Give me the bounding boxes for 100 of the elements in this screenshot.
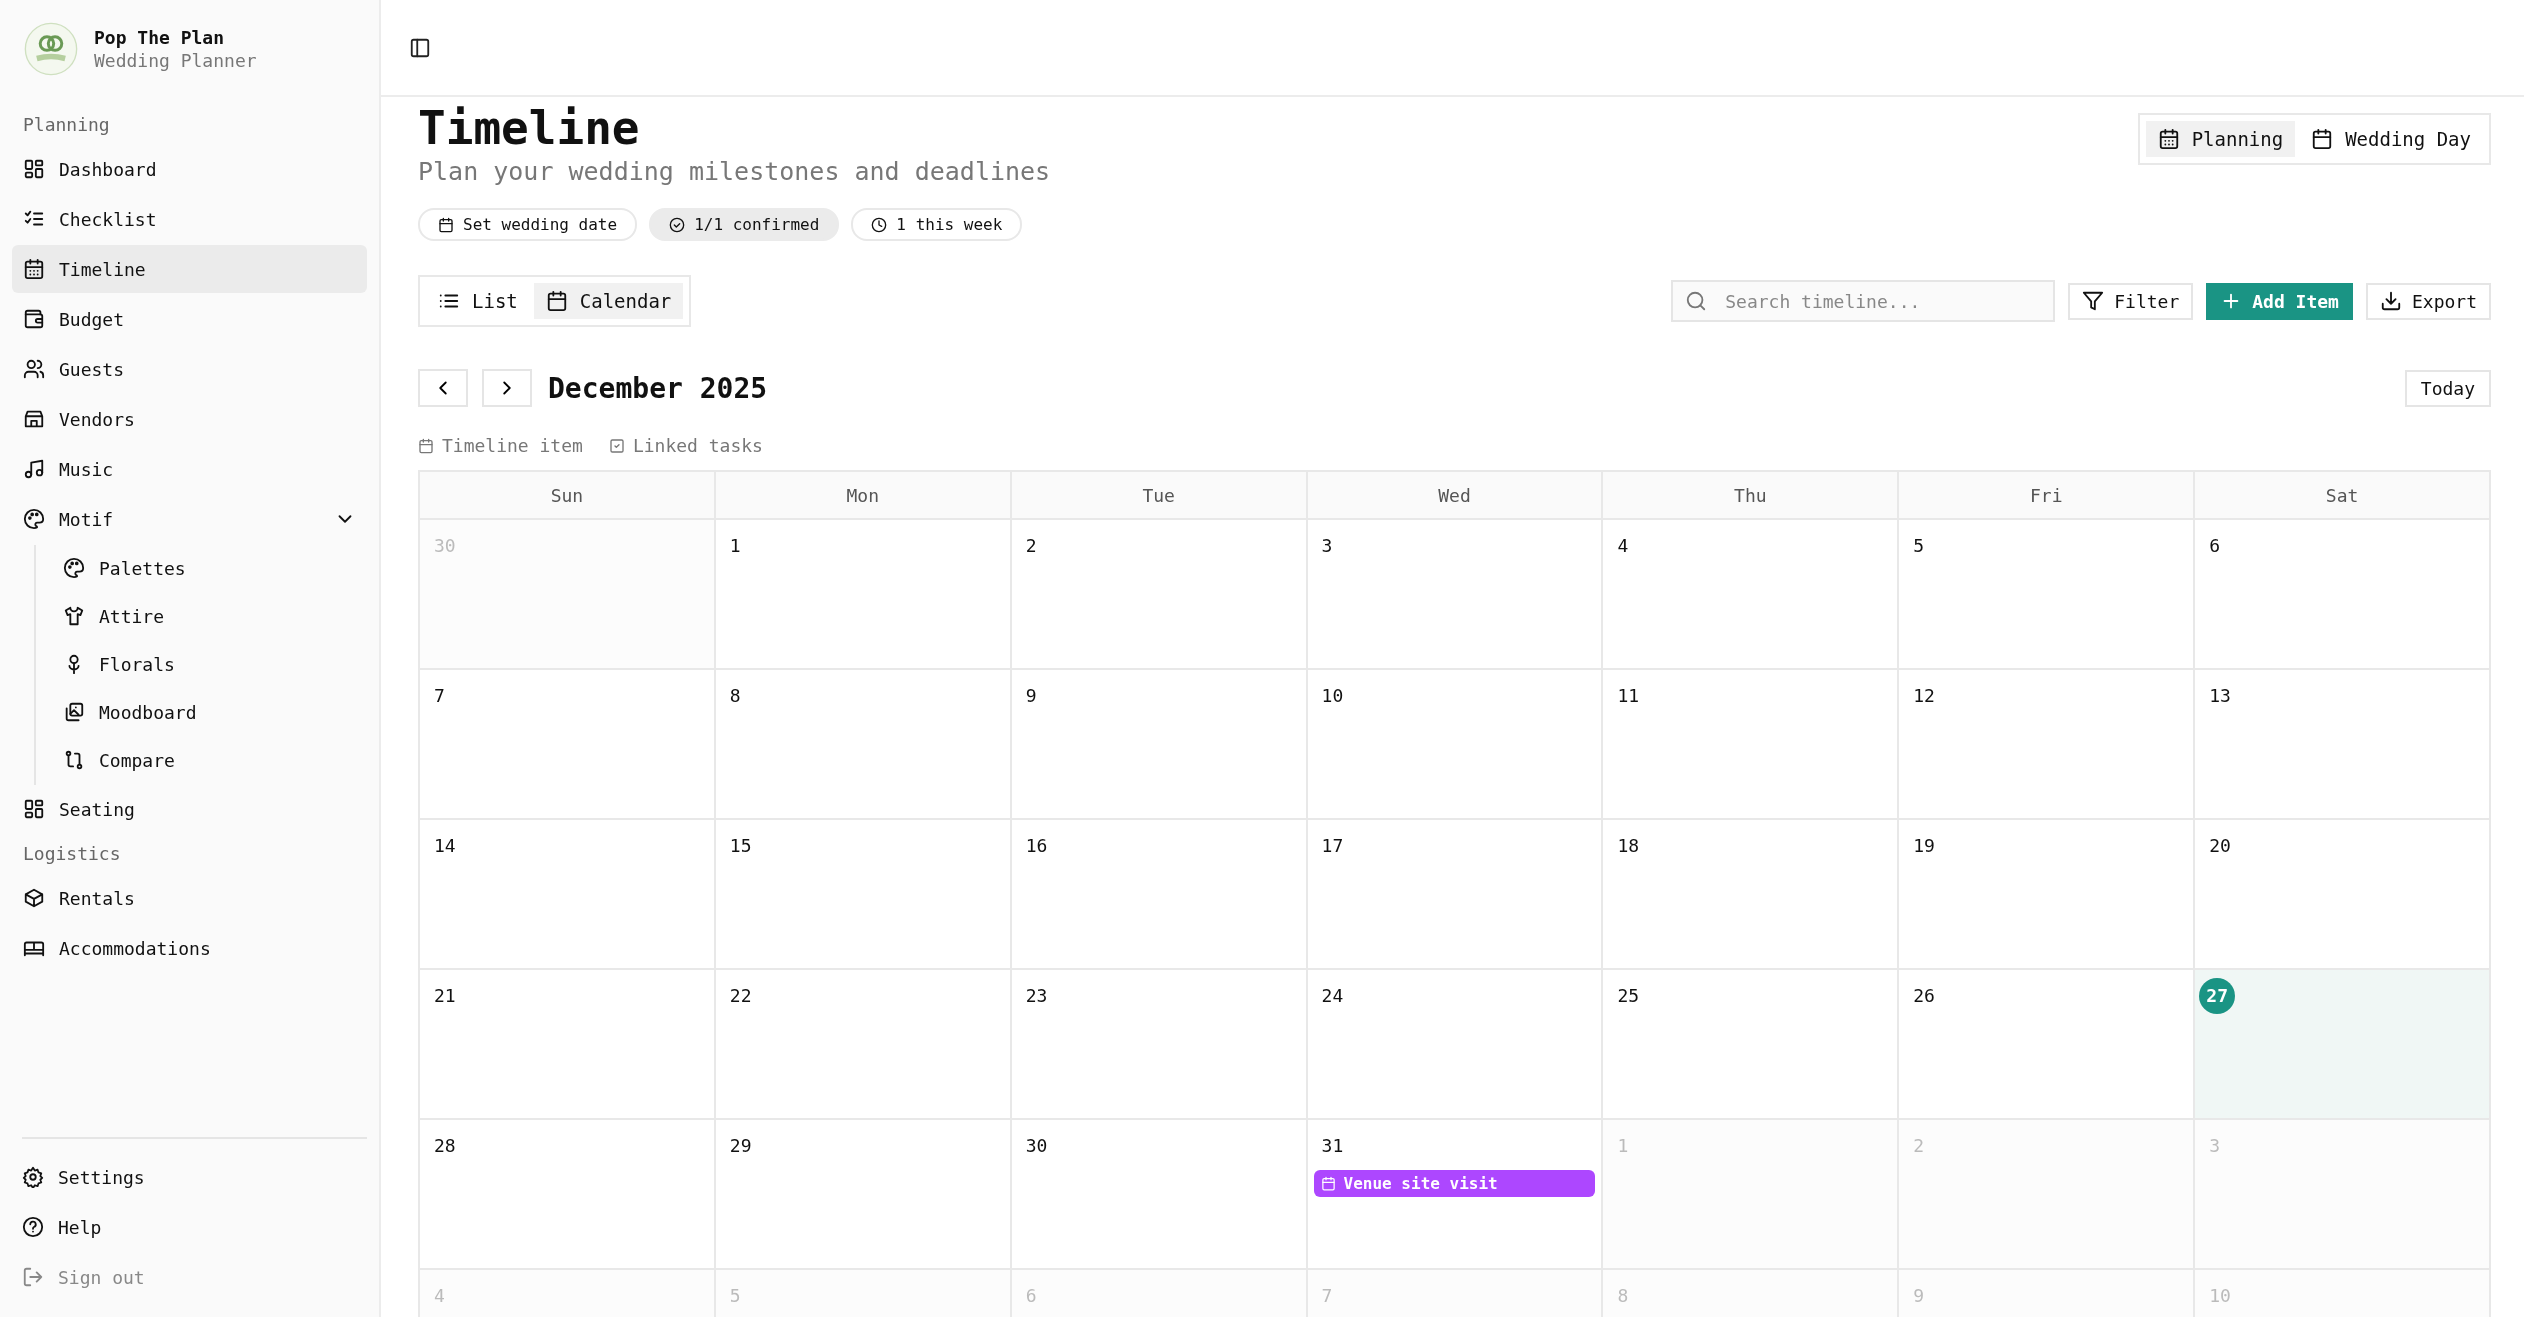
- day-number: 5: [728, 1284, 742, 1308]
- search-field[interactable]: Search timeline...: [1671, 280, 2056, 322]
- next-month-button[interactable]: [482, 369, 532, 407]
- nav-item[interactable]: Sign out: [22, 1253, 367, 1301]
- action-button[interactable]: Export: [2365, 282, 2491, 320]
- day-cell[interactable]: 16: [1011, 820, 1308, 970]
- month-title: December 2025: [548, 371, 768, 405]
- nav-item[interactable]: Dashboard: [12, 145, 367, 193]
- day-cell[interactable]: 8: [715, 670, 1012, 820]
- day-cell[interactable]: 15: [715, 820, 1012, 970]
- view-tab[interactable]: List: [426, 283, 530, 319]
- app-name: Pop The Plan: [94, 27, 226, 48]
- day-number: 22: [728, 984, 753, 1008]
- settings-icon: [22, 1166, 44, 1188]
- nav-item[interactable]: Checklist: [12, 195, 367, 243]
- day-cell[interactable]: 28: [420, 1120, 716, 1270]
- nav-subitem[interactable]: Compare: [52, 737, 367, 783]
- day-cell[interactable]: 5: [1899, 520, 2196, 670]
- day-number: 10: [2208, 1284, 2232, 1308]
- day-number: 2: [1024, 534, 1038, 558]
- day-number: 5: [1912, 534, 1926, 558]
- dashboard-icon: [23, 158, 45, 180]
- dashboard-icon: [23, 798, 45, 820]
- day-cell[interactable]: 21: [420, 970, 716, 1120]
- day-cell[interactable]: 12: [1899, 670, 2196, 820]
- nav-item[interactable]: Guests: [12, 345, 367, 393]
- calendar-icon: [2157, 128, 2180, 150]
- nav-item[interactable]: Rentals: [12, 874, 367, 922]
- nav-subitem[interactable]: Moodboard: [52, 689, 367, 735]
- nav-item[interactable]: Timeline: [12, 245, 367, 293]
- day-number: 15: [728, 834, 753, 858]
- day-cell[interactable]: 3: [1307, 520, 1604, 670]
- nav-subitem[interactable]: Palettes: [52, 545, 367, 591]
- day-cell[interactable]: 29: [715, 1120, 1012, 1270]
- stat-chip[interactable]: Set wedding date: [418, 208, 638, 241]
- mode-tab[interactable]: Wedding Day: [2299, 121, 2483, 157]
- section-heading: Planning: [22, 113, 111, 137]
- today-button[interactable]: Today: [2404, 369, 2491, 407]
- previous-month-button[interactable]: [418, 369, 468, 407]
- day-number: 31: [1320, 1134, 1345, 1158]
- view-tab[interactable]: Calendar: [533, 283, 684, 319]
- day-cell[interactable]: 31 Venue site visit: [1307, 1120, 1604, 1270]
- weekday-header: Fri: [1899, 472, 2196, 520]
- nav-item[interactable]: Seating: [12, 785, 367, 833]
- day-number: 28: [433, 1134, 457, 1158]
- stat-chip[interactable]: 1 this week: [851, 208, 1023, 241]
- day-cell[interactable]: 30: [1011, 1120, 1308, 1270]
- day-number: 10: [1320, 684, 1345, 708]
- weekday-header: Sun: [420, 472, 716, 520]
- day-cell[interactable]: 23: [1011, 970, 1308, 1120]
- day-cell[interactable]: 22: [715, 970, 1012, 1120]
- sign-out-icon: [22, 1266, 44, 1288]
- day-cell[interactable]: 13: [2195, 670, 2491, 820]
- stat-chip[interactable]: 1/1 confirmed: [649, 208, 840, 241]
- nav-item[interactable]: Help: [22, 1203, 367, 1251]
- day-cell[interactable]: 25: [1603, 970, 1900, 1120]
- clock-icon: [871, 216, 888, 233]
- nav-item[interactable]: Budget: [12, 295, 367, 343]
- day-cell[interactable]: 24: [1307, 970, 1604, 1120]
- nav-subitem[interactable]: Attire: [52, 593, 367, 639]
- day-cell[interactable]: 6: [2195, 520, 2491, 670]
- nav-item[interactable]: Music: [12, 445, 367, 493]
- day-cell[interactable]: 26: [1899, 970, 2196, 1120]
- music-note-icon: [23, 458, 45, 480]
- day-cell[interactable]: 20: [2195, 820, 2491, 970]
- day-number: 3: [1320, 534, 1334, 558]
- page-title: Timeline: [418, 101, 641, 155]
- day-cell[interactable]: 17: [1307, 820, 1604, 970]
- day-cell[interactable]: 1: [715, 520, 1012, 670]
- day-cell[interactable]: 10: [1307, 670, 1604, 820]
- compare-icon: [63, 749, 85, 771]
- day-number: 6: [1024, 1284, 1038, 1308]
- legend-item: Timeline item: [418, 435, 583, 456]
- nav-subitem[interactable]: Florals: [52, 641, 367, 687]
- day-number: 9: [1912, 1284, 1926, 1308]
- check-circle-icon: [669, 216, 686, 233]
- day-cell[interactable]: 4: [1603, 520, 1900, 670]
- mode-tab[interactable]: Planning: [2145, 121, 2296, 157]
- images-icon: [63, 701, 85, 723]
- day-cell[interactable]: 9: [1011, 670, 1308, 820]
- nav-item[interactable]: Motif: [12, 495, 367, 543]
- day-cell[interactable]: 11: [1603, 670, 1900, 820]
- day-number: 1: [728, 534, 742, 558]
- calendar-icon: [545, 290, 568, 312]
- day-cell[interactable]: 7: [420, 670, 716, 820]
- day-number: 11: [1616, 684, 1641, 708]
- day-cell[interactable]: 27: [2195, 970, 2491, 1120]
- day-cell[interactable]: 14: [420, 820, 716, 970]
- action-button[interactable]: Filter: [2068, 282, 2194, 320]
- nav-item[interactable]: Settings: [22, 1153, 367, 1201]
- event-chip[interactable]: Venue site visit: [1313, 1170, 1596, 1197]
- day-cell[interactable]: 2: [1011, 520, 1308, 670]
- day-number: 2: [1912, 1134, 1926, 1158]
- day-cell[interactable]: 19: [1899, 820, 2196, 970]
- add-button[interactable]: Add Item: [2206, 282, 2353, 320]
- nav-item[interactable]: Vendors: [12, 395, 367, 443]
- day-number: 16: [1024, 834, 1049, 858]
- day-cell[interactable]: 18: [1603, 820, 1900, 970]
- nav-item[interactable]: Accommodations: [12, 924, 367, 972]
- wallet-icon: [23, 308, 45, 330]
